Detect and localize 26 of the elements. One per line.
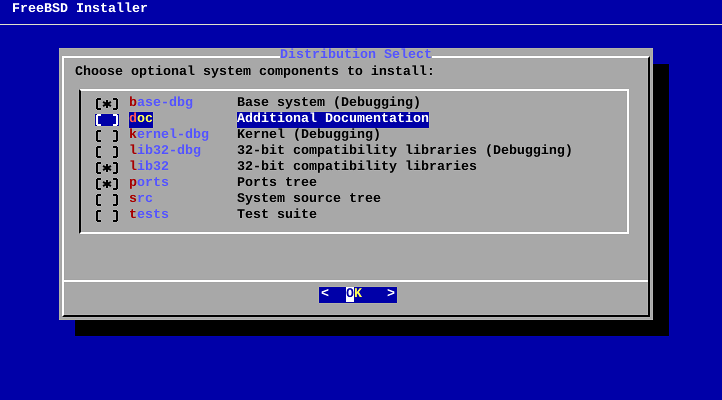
ok-button[interactable]: < OK >	[319, 287, 397, 303]
component-name[interactable]: tests	[129, 208, 169, 224]
checkbox-icon[interactable]	[95, 194, 119, 206]
component-description: Test suite	[237, 208, 317, 224]
component-description: Additional Documentation	[237, 112, 429, 128]
component-description: Base system (Debugging)	[237, 96, 421, 112]
component-name[interactable]: lib32-dbg	[129, 144, 201, 160]
component-name[interactable]: ports	[129, 176, 169, 192]
component-description: 32-bit compatibility libraries (Debugging)	[237, 144, 573, 160]
component-description: 32-bit compatibility libraries	[237, 160, 477, 176]
component-description: Kernel (Debugging)	[237, 128, 381, 144]
checkbox-icon[interactable]	[95, 130, 119, 142]
component-description: System source tree	[237, 192, 381, 208]
component-name[interactable]: base-dbg	[129, 96, 193, 112]
checked-checkbox-icon[interactable]	[95, 178, 119, 190]
checked-checkbox-icon[interactable]	[95, 162, 119, 174]
component-name[interactable]: doc	[129, 112, 153, 128]
component-description: Ports tree	[237, 176, 317, 192]
component-name[interactable]: kernel-dbg	[129, 128, 209, 144]
app-title: FreeBSD Installer	[12, 2, 148, 17]
checked-checkbox-icon[interactable]	[95, 98, 119, 110]
prompt-text: Choose optional system components to install:	[75, 65, 435, 80]
component-name[interactable]: lib32	[129, 160, 169, 176]
component-name[interactable]: src	[129, 192, 153, 208]
checkbox-icon[interactable]	[95, 146, 119, 158]
checkbox-icon[interactable]	[95, 210, 119, 222]
